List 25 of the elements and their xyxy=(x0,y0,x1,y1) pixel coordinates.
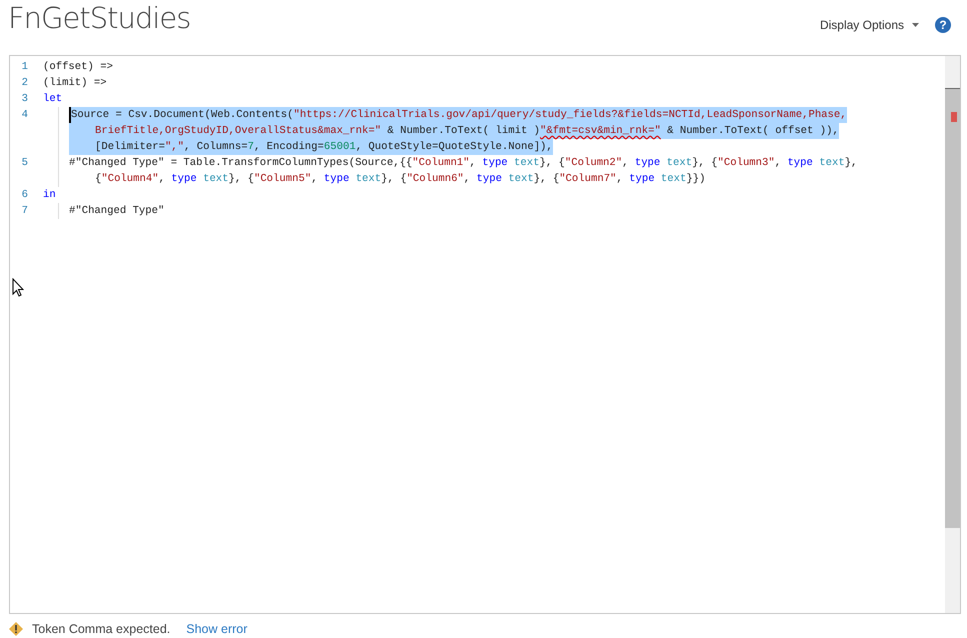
line-number: 3 xyxy=(20,92,29,107)
line-number: 4 xyxy=(20,108,29,123)
line-number: 2 xyxy=(20,76,29,91)
mouse-pointer-icon xyxy=(12,278,24,297)
help-button[interactable]: ? xyxy=(935,17,951,33)
scrollbar[interactable] xyxy=(945,56,960,613)
warning-icon xyxy=(8,621,24,638)
scrollbar-thumb[interactable] xyxy=(945,88,960,528)
code-line: (limit) => xyxy=(43,76,107,91)
code-line: #"Changed Type" = Table.TransformColumnTypes(Source,{{"Column1", type text}, {"Column2", type text}, {"Column3", type text}, xyxy=(69,156,858,171)
page-title: FnGetStudies xyxy=(8,4,190,33)
line-number: 1 xyxy=(20,60,29,75)
show-error-link[interactable]: Show error xyxy=(186,620,248,638)
line-number: 6 xyxy=(20,188,29,203)
line-number: 7 xyxy=(20,204,29,219)
code-line: #"Changed Type" xyxy=(69,204,164,219)
error-marker xyxy=(951,112,957,122)
error-message: Token Comma expected. xyxy=(32,621,170,638)
code-line: (offset) => xyxy=(43,60,113,75)
code-line: let xyxy=(43,92,62,107)
caret-icon xyxy=(912,23,919,27)
display-options-dropdown[interactable]: Display Options xyxy=(820,16,919,34)
code-line: in xyxy=(43,188,56,203)
code-line: {"Column4", type text}, {"Column5", type text}, {"Column6", type text}, {"Column7", type text}}) xyxy=(94,172,706,187)
line-number: 5 xyxy=(20,156,29,171)
